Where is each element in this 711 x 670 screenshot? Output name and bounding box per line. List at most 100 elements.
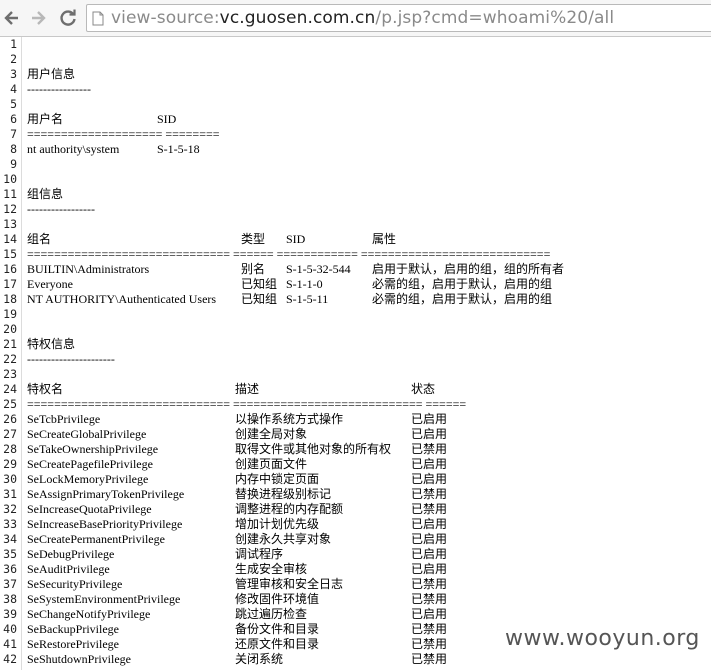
line-text: 已知组 — [241, 292, 278, 306]
line-text: 替换进程级别标记 — [235, 487, 332, 501]
line-text: 用户名 — [27, 112, 64, 126]
browser-toolbar: view-source:vc.guosen.com.cn/p.jsp?cmd=w… — [0, 0, 711, 37]
forward-button[interactable] — [26, 6, 50, 30]
line-text: 调整进程的内存配额 — [235, 502, 344, 516]
url-text: view-source:vc.guosen.com.cn/p.jsp?cmd=w… — [111, 8, 614, 28]
line-number: 8 — [10, 142, 17, 156]
source-line: 8 nt authority\system S-1-5-18 — [0, 142, 711, 157]
line-number: 11 — [3, 187, 17, 201]
line-text: nt authority\system — [27, 142, 120, 156]
line-number: 37 — [3, 577, 17, 591]
line-text: 已启用 — [411, 607, 448, 621]
source-line: 23 — [0, 367, 711, 382]
line-number: 10 — [3, 172, 17, 186]
line-number: 32 — [3, 502, 17, 516]
line-text: 已启用 — [411, 517, 448, 531]
back-button[interactable] — [0, 6, 24, 30]
line-text: 已启用 — [411, 412, 448, 426]
source-line: 5 — [0, 97, 711, 112]
line-text: SeBackupPrivilege — [27, 622, 119, 636]
reload-button[interactable] — [56, 6, 80, 30]
line-text: SID — [157, 112, 177, 126]
line-text: 已启用 — [411, 532, 448, 546]
line-text: 已禁用 — [411, 577, 448, 591]
url-scheme: view-source: — [111, 8, 220, 28]
line-text: 已禁用 — [411, 502, 448, 516]
source-line: 18 NT AUTHORITY\Authenticated Users 已知组 S-1… — [0, 292, 711, 307]
line-text: SeSystemEnvironmentPrivilege — [27, 592, 181, 606]
line-text: SeIncreaseQuotaPrivilege — [27, 502, 152, 516]
line-text: 已启用 — [411, 547, 448, 561]
line-text: 状态 — [411, 382, 436, 396]
source-line: 19 — [0, 307, 711, 322]
forward-arrow-icon — [32, 11, 46, 25]
source-line: 16 BUILTIN\Administrators 别名 S-1-5-32-544 启用… — [0, 262, 711, 277]
source-line: 34 SeCreatePermanentPrivilege 创建永久共享对象 已启用 — [0, 532, 711, 547]
source-line: 35 SeDebugPrivilege 调试程序 已启用 — [0, 547, 711, 562]
line-text: 取得文件或其他对象的所有权 — [235, 442, 392, 456]
line-text: 属性 — [372, 232, 397, 246]
source-line: 13 — [0, 217, 711, 232]
source-line: 21 特权信息 — [0, 337, 711, 352]
url-path: /p.jsp?cmd=whoami%20/all — [375, 8, 615, 28]
source-line: 20 — [0, 322, 711, 337]
line-text: 用户信息 — [27, 67, 76, 81]
line-number: 23 — [3, 367, 17, 381]
reload-icon — [60, 9, 76, 26]
line-text: SID — [286, 232, 306, 246]
line-text: SeShutdownPrivilege — [27, 652, 131, 666]
source-line: 25 ============================== =======… — [0, 397, 711, 412]
line-text: SeAuditPrivilege — [27, 562, 110, 576]
source-line: 26 SeTcbPrivilege 以操作系统方式操作 已启用 — [0, 412, 711, 427]
line-number: 39 — [3, 607, 17, 621]
line-number: 16 — [3, 262, 17, 276]
source-line: 14 组名 类型 SID 属性 — [0, 232, 711, 247]
line-number: 13 — [3, 217, 17, 231]
source-line: 12 ----------------- — [0, 202, 711, 217]
line-text: ==================== ======== — [27, 127, 220, 141]
line-number: 9 — [10, 157, 17, 171]
line-text: 跳过遍历检查 — [235, 607, 308, 621]
source-line: 6 用户名 SID — [0, 112, 711, 127]
source-line: 4 ---------------- — [0, 82, 711, 97]
line-number: 27 — [3, 427, 17, 441]
line-text: SeSecurityPrivilege — [27, 577, 123, 591]
line-text: 类型 — [241, 232, 266, 246]
source-line: 28 SeTakeOwnershipPrivilege 取得文件或其他对象的所有权 已… — [0, 442, 711, 457]
source-line: 29 SeCreatePagefilePrivilege 创建页面文件 已启用 — [0, 457, 711, 472]
source-line: 15 ============================== ====== … — [0, 247, 711, 262]
source-line: 17 Everyone 已知组 S-1-1-0 必需的组，启用于默认，启用的组 — [0, 277, 711, 292]
line-text: BUILTIN\Administrators — [27, 262, 150, 276]
source-line: 2 — [0, 52, 711, 67]
line-text: SeCreateGlobalPrivilege — [27, 427, 147, 441]
line-number: 6 — [10, 112, 17, 126]
line-text: 启用于默认，启用的组，组的所有者 — [372, 262, 565, 276]
source-line: 33 SeIncreaseBasePriorityPrivilege 增加计划优先级… — [0, 517, 711, 532]
source-line: 24 特权名 描述 状态 — [0, 382, 711, 397]
line-number: 28 — [3, 442, 17, 456]
line-number: 2 — [10, 52, 17, 66]
source-line: 30 SeLockMemoryPrivilege 内存中锁定页面 已启用 — [0, 472, 711, 487]
line-text: ============================== ====== ==… — [27, 247, 551, 261]
line-number: 24 — [3, 382, 17, 396]
line-text: SeChangeNotifyPrivilege — [27, 607, 151, 621]
line-number: 33 — [3, 517, 17, 531]
url-host: vc.guosen.com.cn — [219, 8, 376, 28]
line-text: 已禁用 — [411, 637, 448, 651]
line-text: Everyone — [27, 277, 73, 291]
line-text: 还原文件和目录 — [235, 637, 320, 651]
line-text: 创建全局对象 — [235, 427, 308, 441]
line-number: 19 — [3, 307, 17, 321]
line-number: 3 — [10, 67, 17, 81]
line-number: 12 — [3, 202, 17, 216]
line-text: SeRestorePrivilege — [27, 637, 119, 651]
line-text: 备份文件和目录 — [235, 622, 320, 636]
line-text: 已启用 — [411, 427, 448, 441]
address-bar[interactable]: view-source:vc.guosen.com.cn/p.jsp?cmd=w… — [86, 4, 711, 32]
line-text: 已知组 — [241, 277, 278, 291]
line-text: 特权信息 — [27, 337, 76, 351]
source-line: 36 SeAuditPrivilege 生成安全审核 已启用 — [0, 562, 711, 577]
line-number: 18 — [3, 292, 17, 306]
line-number: 41 — [3, 637, 17, 651]
line-text: 已启用 — [411, 472, 448, 486]
